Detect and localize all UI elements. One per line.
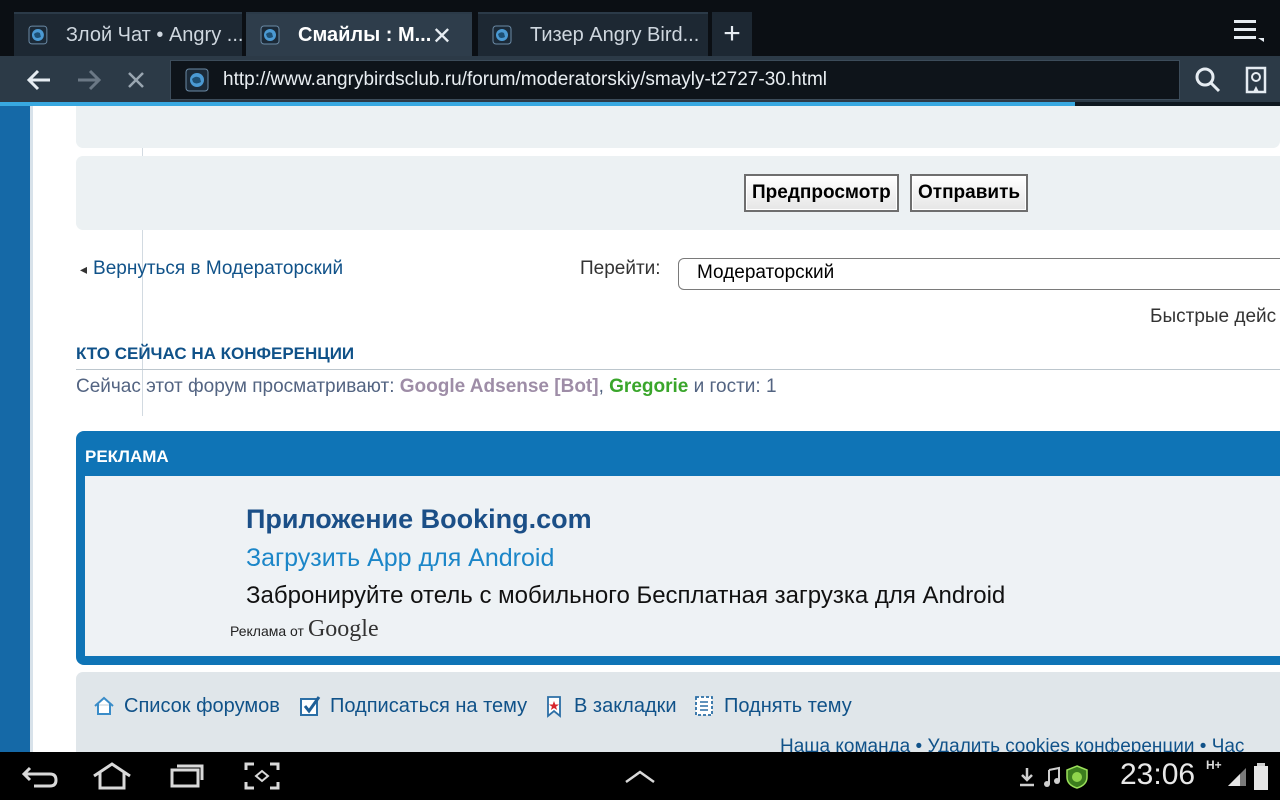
section-divider bbox=[76, 369, 1280, 370]
forum-jump-select[interactable]: Модераторский bbox=[678, 258, 1280, 290]
back-icon[interactable] bbox=[16, 760, 64, 792]
who-online-text: Сейчас этот форум просматривают: Google … bbox=[76, 376, 777, 398]
preview-button[interactable]: Предпросмотр bbox=[744, 174, 899, 212]
back-to-forum-link[interactable]: ◂ Вернуться в Модераторский bbox=[80, 258, 343, 280]
list-icon bbox=[695, 696, 713, 716]
tab-label: Тизер Angry Bird... bbox=[530, 23, 700, 46]
globe-icon bbox=[492, 25, 512, 45]
guests-count: и гости: 1 bbox=[688, 376, 777, 397]
post-actions-panel: Предпросмотр Отправить bbox=[76, 156, 1280, 230]
jump-label: Перейти: bbox=[580, 258, 661, 279]
home-button-icon[interactable] bbox=[88, 760, 136, 792]
ad-subtitle-link[interactable]: Загрузить App для Android bbox=[246, 544, 554, 573]
bookmark-topic-link[interactable]: В закладки bbox=[542, 694, 677, 718]
battery-icon bbox=[1254, 763, 1268, 790]
bot-user-link[interactable]: Google Adsense [Bot] bbox=[400, 376, 599, 397]
footer-links[interactable]: Наша команда • Удалить cookies конференц… bbox=[780, 736, 1244, 752]
bump-topic-link[interactable]: Поднять тему bbox=[692, 694, 852, 718]
tab-teaser[interactable]: Тизер Angry Bird... bbox=[478, 12, 708, 56]
ads-by-google[interactable]: Реклама от Google bbox=[230, 616, 379, 643]
download-icon bbox=[1020, 768, 1034, 787]
tab-label: Злой Чат • Angry ... bbox=[65, 23, 242, 46]
signal-icon bbox=[1228, 768, 1246, 786]
site-globe-icon bbox=[185, 68, 209, 92]
screenshot-icon[interactable] bbox=[238, 760, 286, 792]
footer-navbar: Список форумов Подписаться на тему В зак… bbox=[76, 672, 1280, 752]
home-icon bbox=[94, 696, 114, 715]
chevron-up-icon[interactable] bbox=[616, 760, 664, 792]
online-user-link[interactable]: Gregorie bbox=[609, 376, 688, 397]
stop-loading-icon[interactable] bbox=[118, 62, 154, 98]
who-online-prefix: Сейчас этот форум просматривают: bbox=[76, 376, 400, 397]
forward-arrow-icon[interactable] bbox=[70, 62, 106, 98]
search-icon[interactable] bbox=[1190, 62, 1226, 98]
new-tab-button[interactable]: + bbox=[712, 12, 752, 56]
bookmark-icon bbox=[547, 696, 561, 718]
tab-smileys[interactable]: Смайлы : М... ✕ bbox=[246, 12, 472, 56]
back-link-text: Вернуться в Модераторский bbox=[93, 258, 344, 279]
checkbox-icon bbox=[300, 696, 321, 716]
post-panel-bottom bbox=[76, 106, 1280, 148]
who-online-title: КТО СЕЙЧАС НА КОНФЕРЕНЦИИ bbox=[76, 344, 355, 363]
quick-actions-label[interactable]: Быстрые дейс bbox=[1150, 306, 1276, 328]
web-page: Предпросмотр Отправить ◂ Вернуться в Мод… bbox=[0, 106, 1280, 752]
back-arrow-icon: ◂ bbox=[80, 260, 88, 277]
globe-icon bbox=[260, 25, 280, 45]
bump-label: Поднять тему bbox=[724, 694, 852, 717]
ad-header: РЕКЛАМА bbox=[85, 447, 169, 466]
ad-block: РЕКЛАМА Приложение Booking.com Загрузить… bbox=[76, 431, 1280, 665]
tab-label: Смайлы : М... bbox=[298, 23, 432, 46]
page-left-divider bbox=[30, 106, 33, 752]
ad-description: Забронируйте отель с мобильного Бесплатн… bbox=[246, 582, 1006, 609]
music-icon bbox=[1044, 766, 1060, 787]
ad-content[interactable]: Приложение Booking.com Загрузить App для… bbox=[85, 476, 1280, 656]
antivirus-shield-icon bbox=[1066, 765, 1088, 789]
forum-list-label: Список форумов bbox=[124, 694, 280, 717]
close-tab-icon[interactable]: ✕ bbox=[432, 22, 452, 51]
globe-icon bbox=[28, 25, 48, 45]
subscribe-topic-link[interactable]: Подписаться на тему bbox=[298, 694, 527, 718]
recent-apps-icon[interactable] bbox=[162, 760, 210, 792]
back-arrow-icon[interactable] bbox=[22, 62, 58, 98]
google-logo: Google bbox=[307, 616, 379, 642]
bookmarks-icon[interactable] bbox=[1238, 62, 1274, 98]
tab-angry-chat[interactable]: Злой Чат • Angry ... bbox=[14, 12, 242, 56]
browser-toolbar: http://www.angrybirdsclub.ru/forum/moder… bbox=[0, 56, 1280, 104]
address-bar[interactable]: http://www.angrybirdsclub.ru/forum/moder… bbox=[170, 60, 1180, 100]
menu-icon[interactable] bbox=[1232, 16, 1266, 44]
url-text: http://www.angrybirdsclub.ru/forum/moder… bbox=[223, 69, 828, 90]
ads-by-label: Реклама от bbox=[230, 623, 304, 639]
forum-list-link[interactable]: Список форумов bbox=[92, 694, 280, 718]
browser-tab-bar: Злой Чат • Angry ... Смайлы : М... ✕ Тиз… bbox=[0, 0, 1280, 56]
ad-title-link[interactable]: Приложение Booking.com bbox=[246, 504, 592, 535]
system-navigation-bar: 23:06 H+ bbox=[0, 752, 1280, 800]
page-left-border bbox=[0, 106, 30, 752]
network-type: H+ bbox=[1206, 758, 1222, 772]
subscribe-label: Подписаться на тему bbox=[330, 694, 528, 717]
separator: , bbox=[598, 376, 610, 397]
clock: 23:06 bbox=[1120, 758, 1196, 791]
bookmark-label: В закладки bbox=[574, 694, 677, 717]
submit-button[interactable]: Отправить bbox=[910, 174, 1029, 212]
